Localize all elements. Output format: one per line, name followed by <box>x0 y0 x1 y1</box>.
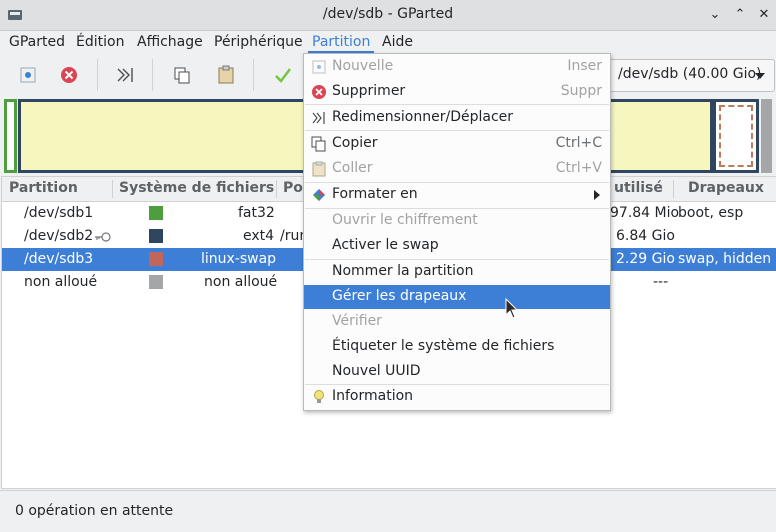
menu-item-nouvel-uuid[interactable]: Nouvel UUID <box>304 360 610 384</box>
paste-icon[interactable] <box>214 63 238 87</box>
key-icon <box>95 232 111 242</box>
filesystem-color-swatch <box>149 252 163 266</box>
new-partition-icon <box>312 60 326 74</box>
chevron-down-icon <box>755 73 765 79</box>
header-filesystem[interactable]: Système de fichiers <box>119 180 274 196</box>
apply-icon[interactable] <box>271 63 295 87</box>
menu-item-activer-swap[interactable]: Activer le swap <box>304 234 610 258</box>
header-separator <box>276 180 277 198</box>
partition-name: /dev/sdb3 <box>24 251 94 267</box>
lightbulb-icon <box>314 390 324 403</box>
resize-icon[interactable] <box>113 63 137 87</box>
window-title: /dev/sdb - GParted <box>322 6 454 22</box>
resize-icon <box>312 112 325 124</box>
partition-flags: boot, esp <box>678 205 744 221</box>
selection-outline <box>719 105 753 167</box>
copy-icon[interactable] <box>170 63 194 87</box>
menu-item-nommer-partition[interactable]: Nommer la partition <box>304 260 610 284</box>
toolbar-separator <box>253 59 254 91</box>
menu-item-etiqueter[interactable]: Étiqueter le système de fichiers <box>304 335 610 359</box>
format-icon <box>313 189 325 201</box>
header-flags[interactable]: Drapeaux <box>688 180 764 196</box>
menu-affichage[interactable]: Affichage <box>133 32 207 53</box>
menu-bar: GParted Édition Affichage Périphérique P… <box>0 31 776 53</box>
status-bar: 0 opération en attente <box>0 490 776 532</box>
menu-item-redimensionner[interactable]: Redimensionner/Déplacer <box>304 106 610 130</box>
toolbar-separator <box>97 59 98 91</box>
paste-icon <box>312 161 326 177</box>
mouse-cursor-icon <box>505 298 519 319</box>
menu-item-copier[interactable]: Copier Ctrl+C <box>304 132 610 156</box>
used-size: --- <box>653 274 669 290</box>
partition-name: /dev/sdb2 <box>24 228 94 244</box>
partition-name: non alloué <box>24 274 98 290</box>
menu-item-gerer-drapeaux[interactable]: Gérer les drapeaux <box>304 285 610 309</box>
menu-item-formater[interactable]: Formater en <box>304 183 610 207</box>
used-size: 2.29 Gio <box>616 251 675 267</box>
device-selector[interactable]: /dev/sdb (40.00 Gio) <box>607 59 775 92</box>
menu-edition[interactable]: Édition <box>72 32 128 53</box>
delete-icon[interactable] <box>57 63 81 87</box>
pending-operations-text: 0 opération en attente <box>15 503 174 519</box>
partition-menu: Nouvelle Inser Supprimer Suppr Redimensi… <box>303 53 611 411</box>
device-label: /dev/sdb (40.00 Gio) <box>618 66 762 82</box>
disk-map-segment-sdb3[interactable] <box>713 99 759 173</box>
menu-partition[interactable]: Partition <box>308 32 375 53</box>
filesystem-type: linux-swap <box>201 251 277 267</box>
menu-separator <box>305 130 609 131</box>
title-bar: /dev/sdb - GParted ⌄ ⌃ ✕ <box>0 0 776 31</box>
minimize-icon[interactable]: ⌄ <box>706 6 724 24</box>
filesystem-color-swatch <box>149 229 163 243</box>
header-used[interactable]: utilisé <box>614 180 663 196</box>
header-separator <box>673 180 674 198</box>
menu-item-verifier[interactable]: Vérifier <box>304 310 610 334</box>
filesystem-type: fat32 <box>238 205 275 221</box>
menu-peripherique[interactable]: Périphérique <box>210 32 307 53</box>
menu-item-coller[interactable]: Coller Ctrl+V <box>304 157 610 181</box>
new-partition-icon[interactable] <box>16 63 40 87</box>
filesystem-color-swatch <box>149 206 163 220</box>
filesystem-color-swatch <box>149 275 163 289</box>
used-size: 6.84 Gio <box>616 228 675 244</box>
menu-item-ouvrir-chiffrement[interactable]: Ouvrir le chiffrement <box>304 209 610 233</box>
disk-map-segment-unallocated[interactable] <box>761 99 772 173</box>
close-icon[interactable]: ✕ <box>755 6 773 24</box>
used-size: 97.84 Mio <box>610 205 680 221</box>
partition-name: /dev/sdb1 <box>24 205 94 221</box>
disk-map-segment-sdb1[interactable] <box>4 99 17 173</box>
delete-icon <box>312 85 326 99</box>
chevron-right-icon <box>594 190 600 200</box>
header-partition[interactable]: Partition <box>9 180 78 196</box>
menu-item-nouvelle[interactable]: Nouvelle Inser <box>304 55 610 79</box>
menu-aide[interactable]: Aide <box>378 32 417 53</box>
filesystem-type: ext4 <box>243 228 275 244</box>
menu-gparted[interactable]: GParted <box>5 32 69 53</box>
menu-item-supprimer[interactable]: Supprimer Suppr <box>304 80 610 104</box>
partition-flags: swap, hidden <box>678 251 772 267</box>
filesystem-type: non alloué <box>204 274 278 290</box>
menu-item-information[interactable]: Information <box>304 385 610 409</box>
toolbar-separator <box>152 59 153 91</box>
menu-separator <box>305 104 609 105</box>
header-separator <box>112 180 113 198</box>
copy-icon <box>311 136 326 152</box>
maximize-icon[interactable]: ⌃ <box>731 6 749 24</box>
